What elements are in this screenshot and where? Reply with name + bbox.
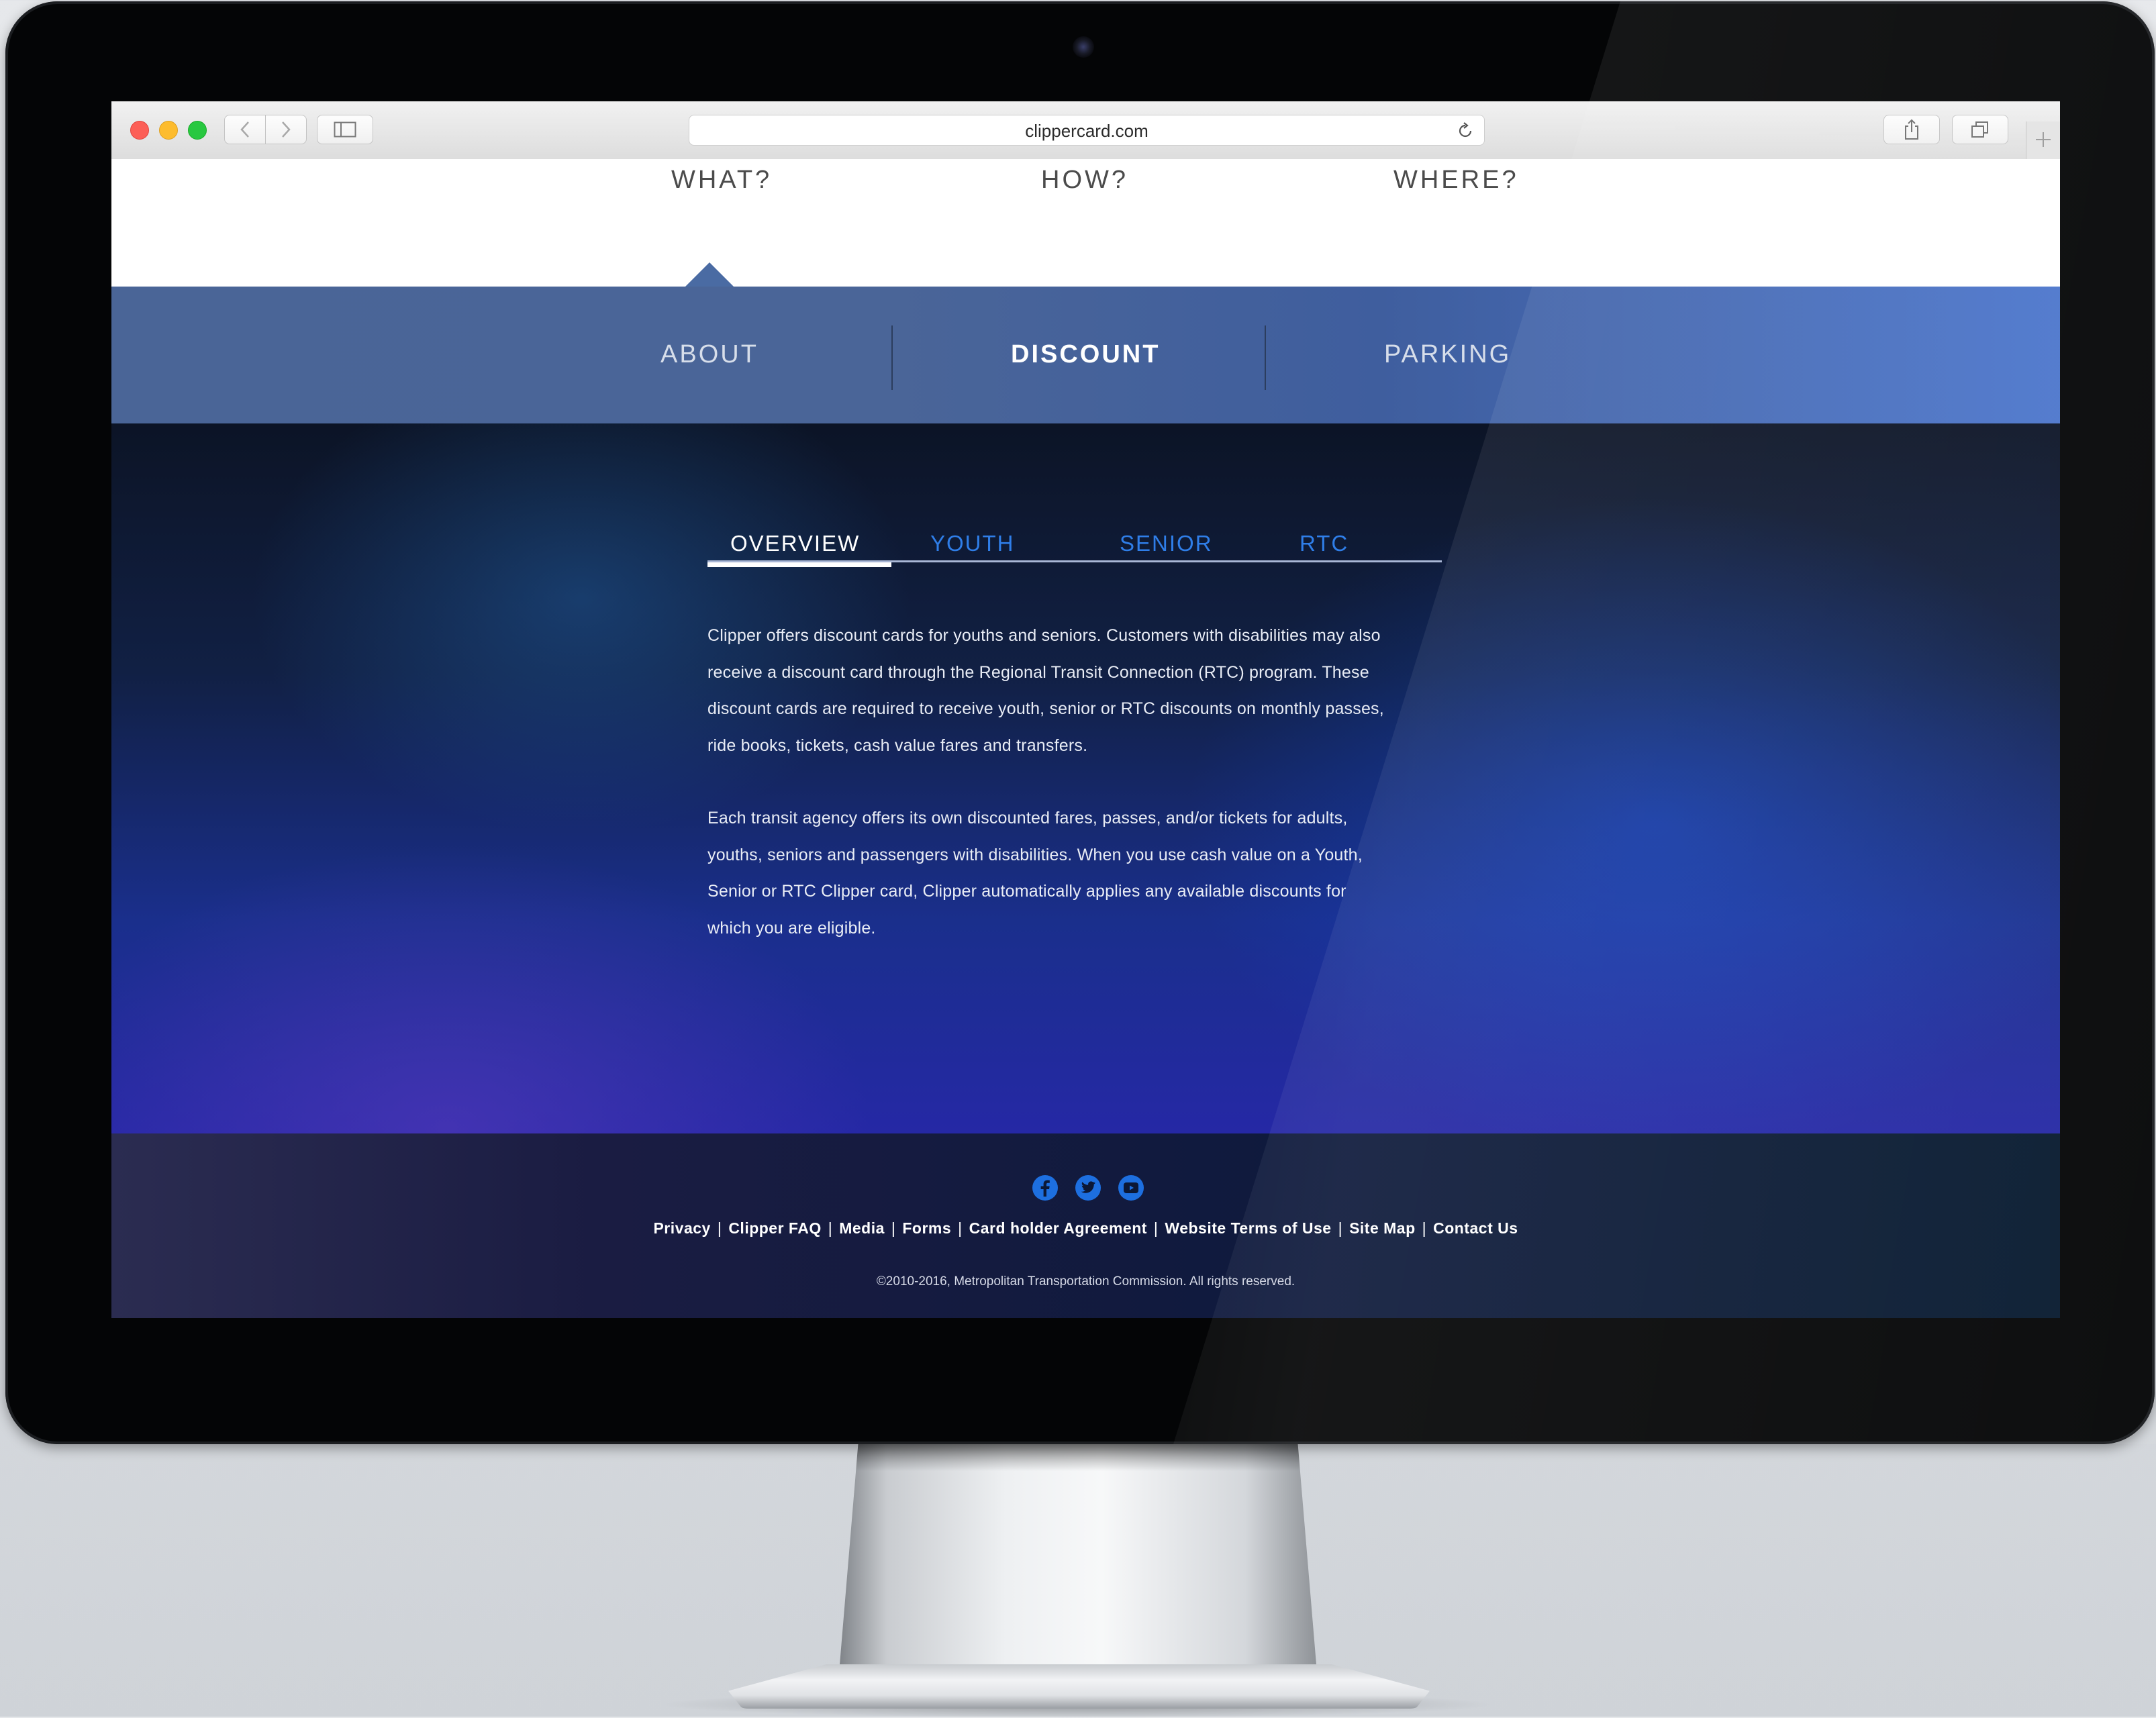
browser-window: clippercard.com WHAT? HOW? WHERE? ABOUT: [111, 101, 2060, 1318]
nav-item-where[interactable]: WHERE?: [1393, 166, 1519, 195]
footer-separator: |: [1422, 1219, 1427, 1237]
monitor-bezel: clippercard.com WHAT? HOW? WHERE? ABOUT: [5, 1, 2156, 1444]
footer-link-website-terms[interactable]: Website Terms of Use: [1165, 1219, 1331, 1237]
paragraph-line: Each transit agency offers its own disco…: [707, 809, 1348, 827]
paragraph-line: Senior or RTC Clipper card, Clipper auto…: [707, 882, 1346, 901]
discount-overview-paragraph-1: Clipper offers discount cards for youths…: [707, 617, 1446, 764]
nav-item-what[interactable]: WHAT?: [671, 166, 772, 195]
plus-icon: [2036, 132, 2051, 147]
top-navigation: WHAT? HOW? WHERE?: [111, 159, 2060, 287]
footer-links: Privacy | Clipper FAQ | Media | Forms | Card hol…: [111, 1219, 2060, 1237]
close-window-button[interactable]: [130, 121, 149, 140]
monitor-stand-shadow: [855, 1444, 1301, 1471]
tab-overview[interactable]: OVERVIEW: [730, 531, 860, 556]
footer-separator: |: [1153, 1219, 1159, 1237]
zoom-window-button[interactable]: [188, 121, 207, 140]
footer-separator: |: [891, 1219, 896, 1237]
back-button[interactable]: [224, 115, 266, 144]
camera-icon: [1073, 36, 1094, 58]
footer-link-contact-us[interactable]: Contact Us: [1433, 1219, 1518, 1237]
reload-icon[interactable]: [1456, 121, 1475, 140]
content-tabs: OVERVIEW YOUTH SENIOR RTC: [707, 531, 1442, 567]
copyright-text: ©2010-2016, Metropolitan Transportation …: [876, 1274, 1295, 1288]
section-subnav: ABOUT DISCOUNT PARKING: [111, 287, 2060, 423]
address-url: clippercard.com: [1025, 121, 1148, 141]
footer-link-media[interactable]: Media: [839, 1219, 885, 1237]
subnav-item-parking[interactable]: PARKING: [1384, 340, 1511, 369]
footer-separator: |: [828, 1219, 833, 1237]
facebook-icon[interactable]: [1032, 1175, 1058, 1201]
footer-link-clipper-faq[interactable]: Clipper FAQ: [728, 1219, 821, 1237]
footer-separator: |: [1338, 1219, 1343, 1237]
sidebar-icon: [334, 121, 356, 138]
main-content: OVERVIEW YOUTH SENIOR RTC Clipper offers…: [111, 423, 2060, 1133]
address-bar[interactable]: clippercard.com: [689, 115, 1485, 146]
twitter-icon[interactable]: [1075, 1175, 1101, 1201]
browser-toolbar: clippercard.com: [111, 101, 2060, 160]
footer-separator: |: [717, 1219, 722, 1237]
nav-item-how[interactable]: HOW?: [1041, 166, 1128, 195]
chevron-right-icon: [282, 121, 291, 138]
footer-link-privacy[interactable]: Privacy: [653, 1219, 710, 1237]
tabs-icon: [1971, 121, 1988, 138]
paragraph-line: discount cards are required to receive y…: [707, 699, 1384, 718]
monitor-stand-neck: [839, 1444, 1317, 1672]
site-footer: Privacy | Clipper FAQ | Media | Forms | Card hol…: [111, 1133, 2060, 1318]
tab-rtc[interactable]: RTC: [1300, 531, 1349, 556]
subnav-divider: [1265, 325, 1266, 390]
chevron-left-icon: [240, 121, 249, 138]
paragraph-line: which you are eligible.: [707, 918, 876, 938]
share-icon: [1905, 119, 1918, 140]
forward-button[interactable]: [265, 115, 307, 144]
tab-senior[interactable]: SENIOR: [1120, 531, 1213, 556]
youtube-icon[interactable]: [1118, 1175, 1144, 1201]
subnav-item-discount[interactable]: DISCOUNT: [1011, 340, 1160, 369]
minimize-window-button[interactable]: [159, 121, 178, 140]
discount-overview-paragraph-2: Each transit agency offers its own disco…: [707, 800, 1446, 946]
subnav-divider: [891, 325, 893, 390]
sidebar-toggle-button[interactable]: [317, 115, 373, 144]
paragraph-line: youths, seniors and passengers with disa…: [707, 845, 1363, 864]
show-tabs-button[interactable]: [1952, 115, 2008, 144]
paragraph-line: Clipper offers discount cards for youths…: [707, 626, 1381, 645]
monitor-stand-foot: [728, 1664, 1430, 1709]
subnav-item-about[interactable]: ABOUT: [660, 340, 758, 369]
paragraph-line: ride books, tickets, cash value fares an…: [707, 736, 1088, 755]
paragraph-line: receive a discount card through the Regi…: [707, 662, 1369, 682]
footer-separator: |: [958, 1219, 963, 1237]
footer-link-forms[interactable]: Forms: [902, 1219, 951, 1237]
active-section-pointer: [685, 262, 734, 287]
new-tab-button[interactable]: [2026, 121, 2060, 159]
active-tab-indicator: [707, 562, 891, 567]
footer-link-site-map[interactable]: Site Map: [1349, 1219, 1416, 1237]
footer-link-card-holder-agreement[interactable]: Card holder Agreement: [969, 1219, 1147, 1237]
tab-youth[interactable]: YOUTH: [930, 531, 1015, 556]
share-button[interactable]: [1883, 115, 1940, 144]
